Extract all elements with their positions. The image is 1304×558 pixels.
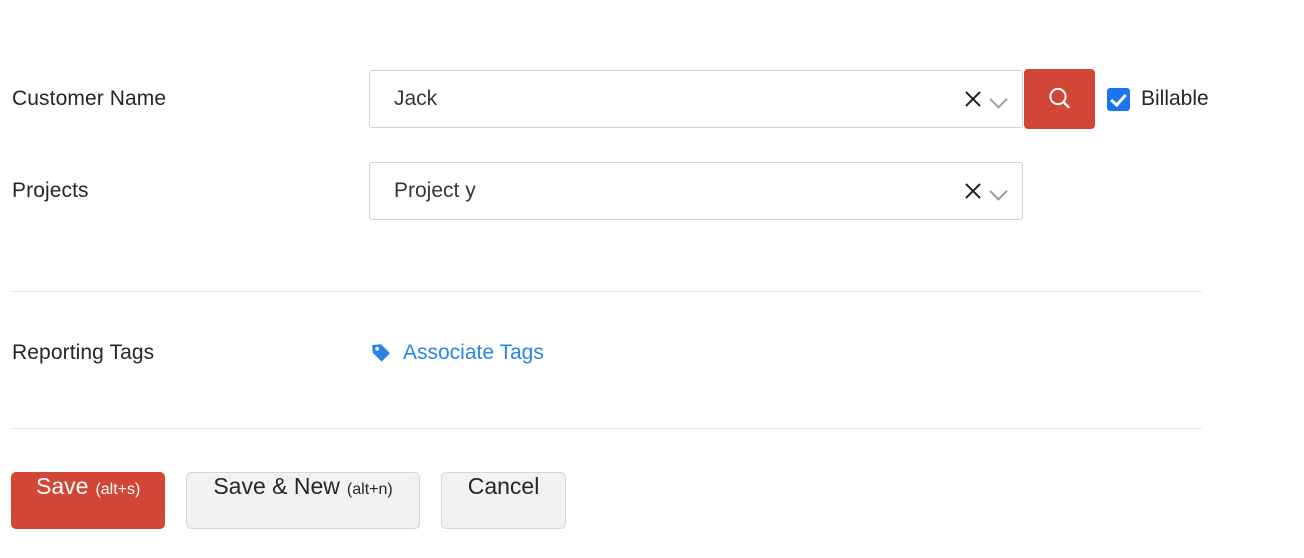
save-and-new-button[interactable]: Save & New (alt+n): [186, 472, 420, 529]
projects-row: Projects Project y: [12, 162, 1292, 220]
associate-tags-link[interactable]: Associate Tags: [369, 341, 544, 365]
action-bar: Save (alt+s) Save & New (alt+n) Cancel: [11, 472, 587, 529]
projects-select[interactable]: Project y: [369, 162, 1023, 220]
chevron-down-icon[interactable]: [990, 90, 1008, 108]
chevron-down-icon[interactable]: [990, 182, 1008, 200]
reporting-tags-label: Reporting Tags: [12, 341, 155, 364]
save-and-new-button-shortcut: (alt+n): [346, 481, 393, 498]
billable-label: Billable: [1141, 87, 1209, 110]
close-x-icon[interactable]: [962, 88, 984, 110]
reporting-tags-row: Reporting Tags Associate Tags: [12, 336, 1292, 370]
customer-name-row: Customer Name Jack Billable: [12, 69, 1292, 129]
billable-checkbox-wrapper[interactable]: Billable: [1107, 87, 1209, 111]
save-and-new-button-label: Save & New: [213, 473, 340, 499]
close-x-icon[interactable]: [962, 180, 984, 202]
customer-name-value: Jack: [394, 87, 438, 110]
section-divider-top: [12, 291, 1202, 292]
projects-value: Project y: [394, 179, 476, 202]
cancel-button-label: Cancel: [467, 473, 540, 499]
associate-tags-text: Associate Tags: [403, 341, 544, 364]
search-button[interactable]: [1024, 69, 1095, 129]
save-button-shortcut: (alt+s): [95, 481, 141, 498]
section-divider-bottom: [12, 428, 1202, 429]
save-button-label: Save: [36, 473, 89, 499]
projects-label: Projects: [12, 179, 89, 202]
tag-icon: [372, 344, 390, 362]
billable-checkbox[interactable]: [1107, 87, 1130, 111]
cancel-button[interactable]: Cancel: [440, 472, 567, 529]
save-button[interactable]: Save (alt+s): [11, 472, 166, 529]
search-icon: [1048, 87, 1070, 109]
customer-name-select[interactable]: Jack: [369, 70, 1023, 128]
customer-name-label: Customer Name: [12, 87, 167, 110]
